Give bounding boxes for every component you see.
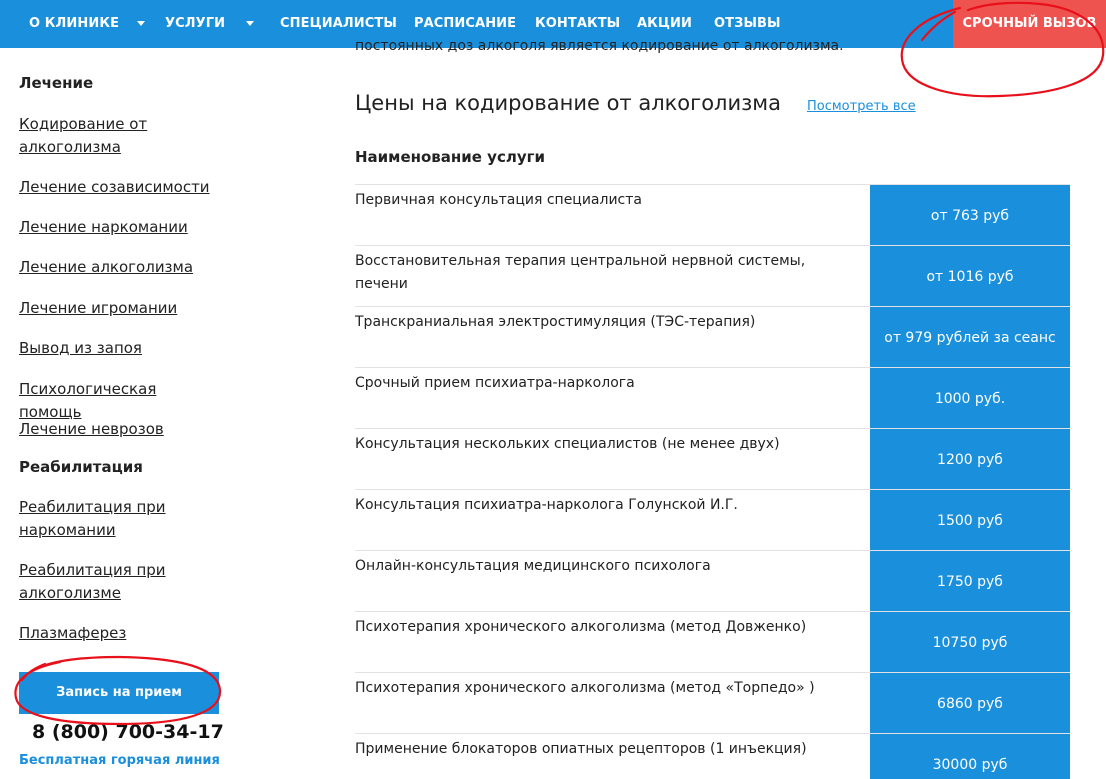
service-price: 1200 руб	[870, 429, 1070, 490]
service-name: Онлайн-консультация медицинского психоло…	[355, 558, 711, 574]
sidebar-link-rehab-drugs[interactable]: Реабилитация при наркомании	[19, 496, 219, 542]
service-price: 30000 руб	[870, 734, 1070, 779]
intro-paragraph-fragment: постоянных доз алкоголя является кодиров…	[355, 38, 844, 54]
table-row: Транскраниальная электростимуляция (ТЭС-…	[355, 306, 1070, 368]
sidebar-link-alcoholism[interactable]: Лечение алкоголизма	[19, 256, 219, 279]
table-row: Срочный прием психиатра-нарколога 1000 р…	[355, 367, 1070, 429]
nav-item-about[interactable]: О КЛИНИКЕ	[29, 0, 119, 48]
service-price: 6860 руб	[870, 673, 1070, 734]
service-name: Срочный прием психиатра-нарколога	[355, 375, 635, 391]
table-row: Психотерапия хронического алкоголизма (м…	[355, 672, 1070, 734]
see-all-link[interactable]: Посмотреть все	[807, 99, 916, 114]
sidebar-heading-rehab: Реабилитация	[19, 458, 143, 476]
hotline-label: Бесплатная горячая линия	[19, 753, 220, 768]
table-row: Онлайн-консультация медицинского психоло…	[355, 550, 1070, 612]
sidebar-link-drug-addiction[interactable]: Лечение наркомании	[19, 216, 219, 239]
table-row: Восстановительная терапия центральной не…	[355, 245, 1070, 307]
service-name: Консультация нескольких специалистов (не…	[355, 436, 780, 452]
table-row: Применение блокаторов опиатных рецепторо…	[355, 733, 1070, 779]
chevron-down-icon[interactable]	[137, 21, 145, 26]
service-price: от 979 рублей за сеанс	[870, 307, 1070, 368]
table-row: Консультация психиатра-нарколога Голунск…	[355, 489, 1070, 551]
chevron-down-icon[interactable]	[246, 21, 254, 26]
table-row: Консультация нескольких специалистов (не…	[355, 428, 1070, 490]
sidebar-link-codependency[interactable]: Лечение созависимости	[19, 176, 219, 199]
phone-number[interactable]: 8 (800) 700-34-17	[32, 721, 224, 743]
nav-item-services[interactable]: УСЛУГИ	[165, 0, 225, 48]
appointment-button[interactable]: Запись на прием	[19, 672, 219, 714]
price-table: Первичная консультация специалиста от 76…	[355, 184, 1070, 779]
service-name: Первичная консультация специалиста	[355, 192, 642, 208]
service-name: Применение блокаторов опиатных рецепторо…	[355, 741, 807, 757]
sidebar-heading-treatment: Лечение	[19, 74, 94, 92]
service-price: от 1016 руб	[870, 246, 1070, 307]
sidebar-link-gambling[interactable]: Лечение игромании	[19, 297, 219, 320]
service-price: 1500 руб	[870, 490, 1070, 551]
page-title: Цены на кодирование от алкоголизма	[355, 91, 781, 115]
column-header-service: Наименование услуги	[355, 148, 545, 166]
sidebar-link-neuroses[interactable]: Лечение неврозов	[19, 418, 219, 441]
service-price: 10750 руб	[870, 612, 1070, 673]
service-price: 1000 руб.	[870, 368, 1070, 429]
table-row: Первичная консультация специалиста от 76…	[355, 184, 1070, 246]
sidebar-link-plasmapheresis[interactable]: Плазмаферез	[19, 622, 219, 645]
sidebar-link-rehab-alcohol[interactable]: Реабилитация при алкоголизме	[19, 559, 219, 605]
service-price: 1750 руб	[870, 551, 1070, 612]
service-name: Восстановительная терапия центральной не…	[355, 253, 806, 292]
sidebar-link-withdrawal[interactable]: Вывод из запоя	[19, 337, 219, 360]
service-name: Психотерапия хронического алкоголизма (м…	[355, 619, 807, 635]
urgent-call-button[interactable]: СРОЧНЫЙ ВЫЗОВ	[953, 0, 1106, 48]
service-price: от 763 руб	[870, 185, 1070, 246]
service-name: Консультация психиатра-нарколога Голунск…	[355, 497, 738, 513]
service-name: Транскраниальная электростимуляция (ТЭС-…	[355, 314, 756, 330]
table-row: Психотерапия хронического алкоголизма (м…	[355, 611, 1070, 673]
service-name: Психотерапия хронического алкоголизма (м…	[355, 680, 815, 696]
sidebar-link-alcohol-coding[interactable]: Кодирование от алкоголизма	[19, 113, 219, 159]
